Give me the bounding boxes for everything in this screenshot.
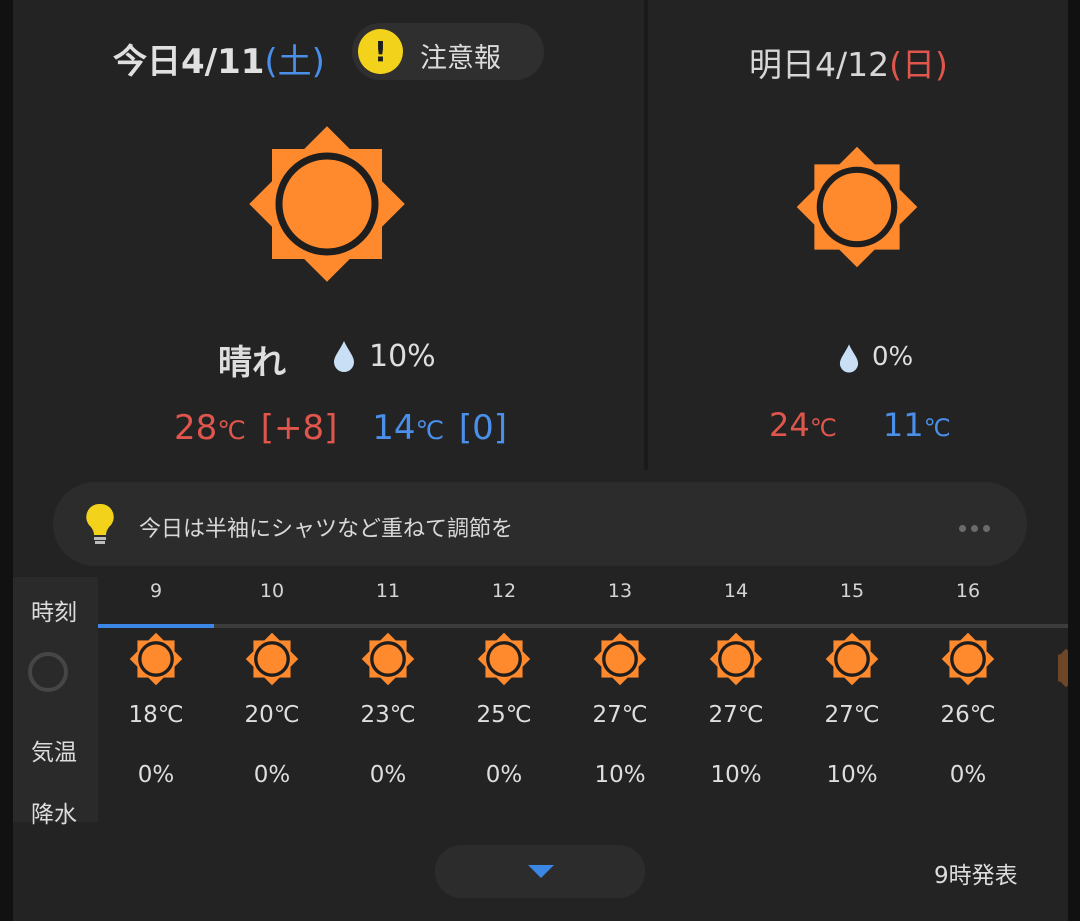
sunny-icon [709, 632, 763, 686]
tomorrow-low: 11℃ [882, 406, 951, 444]
sunny-icon [361, 632, 415, 686]
sunny-icon [477, 632, 531, 686]
hour-temperature: 26℃ [940, 702, 996, 728]
hour-column[interactable]: 13 27℃ 10% [562, 580, 678, 788]
tomorrow-high: 24℃ [769, 406, 837, 444]
hour-precip-chance: 0% [253, 762, 291, 788]
advice-text: 今日は半袖にシャツなど重ねて調節を [139, 517, 514, 542]
hour-temperature: 25℃ [476, 702, 532, 728]
sunny-icon [941, 632, 995, 686]
sunny-icon [129, 632, 183, 686]
row-label-precip: 降水 [31, 802, 77, 828]
warning-label: 注意報 [420, 43, 501, 74]
raindrop-icon [334, 341, 354, 372]
hour-precip-chance: 0% [485, 762, 523, 788]
hour-temperature: 23℃ [360, 702, 416, 728]
sunny-icon [593, 632, 647, 686]
column-divider [644, 0, 648, 470]
hour-precip-chance: 0% [949, 762, 987, 788]
today-precip-chance: 10% [369, 339, 436, 374]
issued-time: 9時発表 [934, 863, 1018, 889]
advice-bar[interactable]: 今日は半袖にシャツなど重ねて調節を [53, 482, 1027, 566]
lightbulb-icon [86, 503, 114, 544]
hour-precip-chance: 0% [369, 762, 407, 788]
tomorrow-temperatures: 24℃ 11℃ [769, 406, 951, 444]
hourly-overflow-peek [1058, 640, 1068, 810]
hour-label: 14 [723, 580, 749, 602]
today-date: 今日4/11(土) [113, 42, 325, 82]
hour-temperature: 18℃ [128, 702, 184, 728]
hour-label: 16 [955, 580, 981, 602]
tomorrow-date: 明日4/12(日) [749, 45, 948, 84]
hour-label: 12 [491, 580, 517, 602]
hour-column[interactable]: 11 23℃ 0% [330, 580, 446, 788]
today-weekday: (土) [264, 42, 325, 82]
hour-column[interactable]: 12 25℃ 0% [446, 580, 562, 788]
hour-precip-chance: 10% [710, 762, 762, 788]
cloud-icon [28, 652, 68, 692]
sunny-icon [796, 146, 918, 268]
hour-temperature: 27℃ [592, 702, 648, 728]
hour-precip-chance: 10% [594, 762, 646, 788]
expand-button[interactable] [435, 845, 645, 898]
hour-column[interactable]: 15 27℃ 10% [794, 580, 910, 788]
hour-column[interactable]: 9 18℃ 0% [98, 580, 214, 788]
hour-temperature: 27℃ [708, 702, 764, 728]
raindrop-icon [839, 344, 859, 373]
today-high-diff: [+8] [260, 408, 338, 448]
row-label-time: 時刻 [31, 600, 77, 626]
hour-label: 13 [607, 580, 633, 602]
hour-temperature: 20℃ [244, 702, 300, 728]
hour-precip-chance: 0% [137, 762, 175, 788]
exclamation-icon: ! [358, 29, 403, 74]
tomorrow-weekday: (日) [889, 45, 948, 84]
row-label-temp: 気温 [31, 740, 77, 766]
hour-column[interactable]: 14 27℃ 10% [678, 580, 794, 788]
hour-label: 11 [375, 580, 401, 602]
tomorrow-precip-chance: 0% [872, 342, 914, 372]
today-temperatures: 28℃ [+8] 14℃ [0] [174, 408, 507, 448]
hour-temperature: 27℃ [824, 702, 880, 728]
today-weather-text: 晴れ [218, 343, 286, 383]
more-horizontal-icon[interactable] [959, 517, 995, 536]
hour-label: 9 [149, 580, 163, 602]
sunny-icon [249, 126, 405, 282]
chevron-down-icon [528, 865, 554, 878]
warning-badge-button[interactable]: ! 注意報 [352, 23, 544, 80]
hour-column[interactable]: 10 20℃ 0% [214, 580, 330, 788]
hour-label: 10 [259, 580, 285, 602]
today-high: 28℃ [174, 408, 246, 448]
sunny-icon [245, 632, 299, 686]
sunny-icon [825, 632, 879, 686]
hourly-row-labels: 時刻 気温 降水 [13, 577, 98, 828]
today-low: 14℃ [372, 408, 445, 448]
hour-label: 15 [839, 580, 865, 602]
hour-column[interactable]: 16 26℃ 0% [910, 580, 1026, 788]
today-low-diff: [0] [458, 408, 508, 448]
hour-precip-chance: 10% [826, 762, 878, 788]
